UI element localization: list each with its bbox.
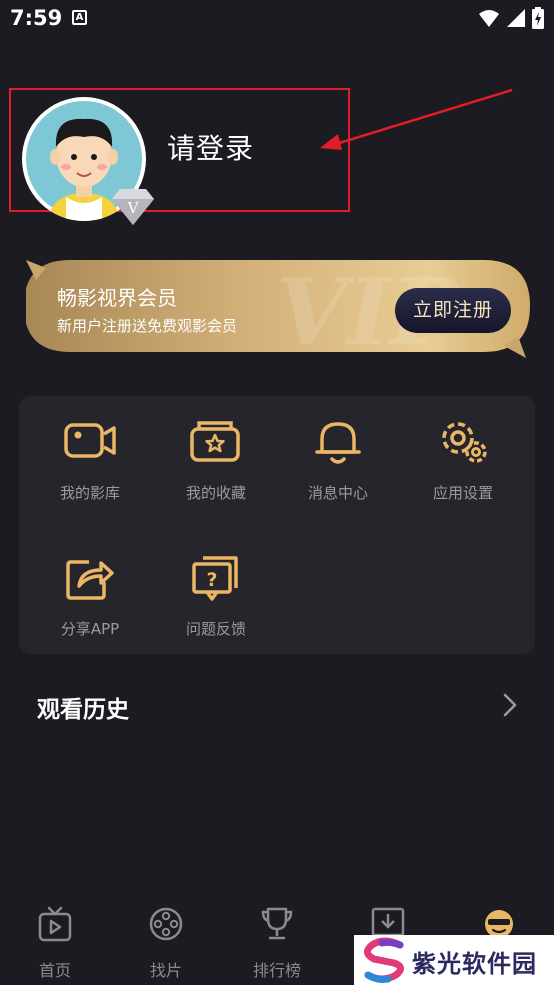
vip-subtitle: 新用户注册送免费观影会员 [57,317,238,335]
watermark-logo-icon [364,937,404,983]
nav-home-label: 首页 [38,961,71,980]
profile-screen: 7:59 A V 请登录 VIP 畅影视界会员 新用户注册送免费观影会员 立即注… [0,0,554,985]
message-center-label: 消息中心 [307,484,368,502]
share-app-item[interactable]: 分享APP [35,554,145,664]
diamond-icon: V [112,189,154,225]
nav-ranking-label: 排行榜 [252,961,301,980]
nav-find-label: 找片 [149,961,182,980]
wifi-icon [479,10,499,27]
status-icons [478,7,544,29]
my-favorites-label: 我的收藏 [185,484,246,502]
vip-badge-letter: V [127,199,140,217]
my-library-label: 我的影库 [59,484,120,502]
share-app-label: 分享APP [60,620,120,638]
login-link[interactable]: 请登录 [167,127,254,167]
vip-title: 畅影视界会员 [57,286,177,310]
tv-icon [38,906,72,942]
signal-icon [507,9,525,27]
feedback-label: 问题反馈 [185,620,246,638]
battery-icon [532,7,544,29]
status-bar: 7:59 A [0,0,554,38]
vip-diamond-badge: V [110,185,156,227]
svg-text:?: ? [206,569,217,591]
chevron-right-icon[interactable] [500,693,520,717]
nav-home[interactable]: 首页 [0,896,110,985]
feedback-item[interactable]: ? 问题反馈 [161,554,271,664]
share-icon [66,560,114,600]
function-grid: 我的影库 我的收藏 消息中心 应用设置 分享APP ? 问题反馈 [19,396,535,654]
watch-history-title[interactable]: 观看历史 [37,690,129,724]
my-library-item[interactable]: 我的影库 [35,418,145,528]
register-button[interactable]: 立即注册 [395,288,511,333]
watermark-text: 紫光软件园 [412,950,537,978]
app-settings-item[interactable]: 应用设置 [408,418,518,528]
annotation-arrow [320,88,513,150]
trophy-icon [261,907,293,940]
star-folder-icon [190,421,240,462]
nav-find[interactable]: 找片 [111,896,221,985]
message-center-item[interactable]: 消息中心 [283,418,393,528]
watermark: 紫光软件园 [354,935,554,985]
bell-icon [315,422,361,464]
question-icon: ? [192,556,238,601]
notification-icon: A [72,10,87,25]
nav-ranking[interactable]: 排行榜 [222,896,332,985]
status-time: 7:59 [10,6,63,30]
app-settings-label: 应用设置 [432,484,493,502]
gear-icon [442,422,487,463]
film-reel-icon [149,907,183,941]
my-favorites-item[interactable]: 我的收藏 [161,418,271,528]
video-camera-icon [64,423,116,458]
